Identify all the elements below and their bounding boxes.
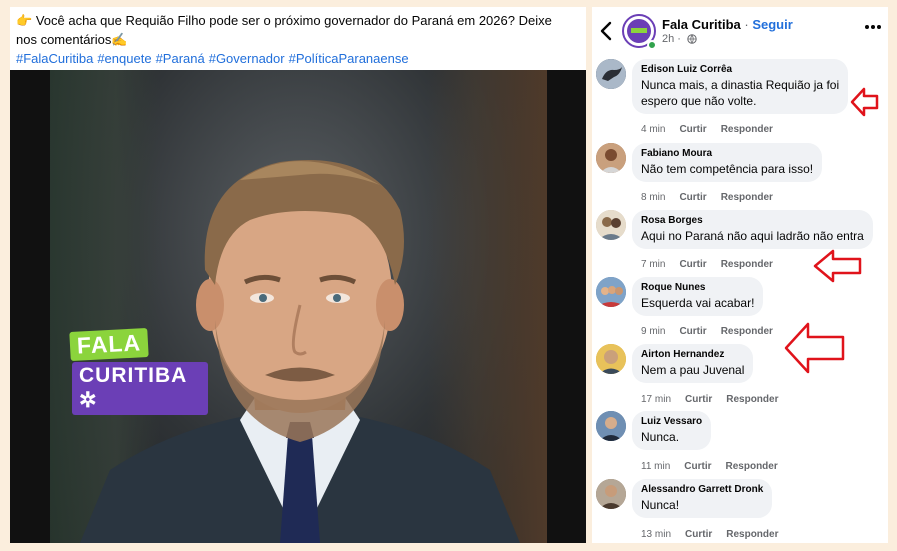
- comment-text: Nunca.: [641, 430, 680, 444]
- hashtag-link[interactable]: #FalaCuritiba: [16, 51, 93, 66]
- like-button[interactable]: Curtir: [684, 461, 711, 472]
- like-button[interactable]: Curtir: [685, 529, 712, 540]
- post-timestamp: 2h ·: [662, 33, 697, 45]
- like-button[interactable]: Curtir: [679, 192, 706, 203]
- person-avatar-icon: [596, 344, 626, 374]
- comment-author[interactable]: Rosa Borges: [641, 214, 864, 228]
- red-arrow-annotation-icon: [784, 322, 845, 374]
- comment-text: Esquerda vai acabar!: [641, 296, 755, 310]
- follow-button[interactable]: Seguir: [752, 17, 792, 32]
- hashtag-link[interactable]: #PolíticaParanaense: [289, 51, 409, 66]
- comment-actions: 9 min Curtir Responder: [641, 326, 787, 337]
- comment-text: espero que não volte.: [641, 94, 757, 108]
- comment-actions: 13 min Curtir Responder: [641, 529, 792, 540]
- commenter-avatar[interactable]: [596, 344, 626, 374]
- hashtag-link[interactable]: #Paraná: [156, 51, 205, 66]
- panel-header: Fala Curitiba · Seguir 2h ·: [592, 7, 888, 57]
- comment-bubble: Airton Hernandez Nem a pau Juvenal: [632, 344, 754, 383]
- comment-actions: 7 min Curtir Responder: [641, 259, 787, 270]
- like-button[interactable]: Curtir: [679, 259, 706, 270]
- online-status-icon: [647, 40, 657, 50]
- hashtag-link[interactable]: #Governador: [209, 51, 285, 66]
- person-avatar-icon: [596, 210, 626, 240]
- comment-actions: 17 min Curtir Responder: [641, 394, 792, 405]
- comment-text: Nunca!: [641, 498, 680, 512]
- comment-time: 11 min: [641, 461, 671, 472]
- red-arrow-annotation-icon: [813, 249, 862, 283]
- comment-author[interactable]: Alessandro Garrett Dronk: [641, 483, 763, 497]
- page-name: Fala Curitiba · Seguir: [662, 17, 793, 32]
- comment-actions: 4 min Curtir Responder: [641, 124, 787, 135]
- commenter-avatar[interactable]: [596, 479, 626, 509]
- comment-time: 13 min: [641, 529, 672, 540]
- post-time-text: 2h ·: [662, 33, 681, 45]
- separator: ·: [740, 17, 753, 32]
- group-avatar-icon: [596, 277, 626, 307]
- logo-line-curitiba: CURITIBA ✲: [72, 362, 208, 415]
- comment-bubble: Edison Luiz Corrêa Nunca mais, a dinasti…: [632, 59, 849, 114]
- comment-bubble: Alessandro Garrett Dronk Nunca!: [632, 479, 773, 518]
- comment-author[interactable]: Roque Nunes: [641, 281, 754, 295]
- commenter-avatar[interactable]: [596, 143, 626, 173]
- comment-text: Aqui no Paraná não aqui ladrão não entra: [641, 229, 864, 243]
- post-image[interactable]: FALA CURITIBA ✲: [10, 70, 586, 543]
- portrait-illustration: [80, 160, 520, 543]
- comment-text: Nem a pau Juvenal: [641, 363, 745, 377]
- post-card: 👉 Você acha que Requião Filho pode ser o…: [10, 7, 586, 543]
- commenter-avatar[interactable]: [596, 210, 626, 240]
- comment-author[interactable]: Edison Luiz Corrêa: [641, 63, 839, 77]
- reply-button[interactable]: Responder: [726, 394, 778, 405]
- reply-button[interactable]: Responder: [726, 461, 778, 472]
- comment-time: 4 min: [641, 124, 666, 135]
- comment-author[interactable]: Airton Hernandez: [641, 348, 744, 362]
- pointing-hand-icon: 👉: [16, 13, 33, 28]
- reply-button[interactable]: Responder: [721, 259, 773, 270]
- hashtag-list: #FalaCuritiba #enquete #Paraná #Governador #…: [16, 49, 576, 68]
- comment-time: 9 min: [641, 326, 666, 337]
- like-button[interactable]: Curtir: [685, 394, 712, 405]
- caption-text: Você acha que Requião Filho pode ser o p…: [16, 13, 552, 47]
- reply-button[interactable]: Responder: [721, 124, 773, 135]
- commenter-avatar[interactable]: [596, 59, 626, 89]
- person-avatar-icon: [596, 411, 626, 441]
- hashtag-link[interactable]: #enquete: [97, 51, 151, 66]
- bird-avatar-icon: [596, 59, 626, 89]
- comment-time: 8 min: [641, 192, 666, 203]
- more-options-icon[interactable]: [864, 24, 882, 30]
- logo-line-fala: FALA: [69, 327, 149, 362]
- reply-button[interactable]: Responder: [726, 529, 778, 540]
- comment-bubble: Fabiano Moura Não tem competência para i…: [632, 143, 823, 182]
- commenter-avatar[interactable]: [596, 277, 626, 307]
- like-button[interactable]: Curtir: [679, 326, 706, 337]
- globe-icon: [687, 34, 697, 44]
- comment-time: 7 min: [641, 259, 666, 270]
- comment-text: Nunca mais, a dinastia Requião ja foi: [641, 78, 840, 92]
- comment-actions: 8 min Curtir Responder: [641, 192, 787, 203]
- like-button[interactable]: Curtir: [679, 124, 706, 135]
- red-arrow-annotation-icon: [850, 87, 879, 117]
- comments-panel: Fala Curitiba · Seguir 2h · Edison Luiz …: [592, 7, 888, 543]
- comment-actions: 11 min Curtir Responder: [641, 461, 792, 472]
- reply-button[interactable]: Responder: [721, 326, 773, 337]
- comment-author[interactable]: Luiz Vessaro: [641, 415, 702, 429]
- person-avatar-icon: [596, 143, 626, 173]
- person-avatar-icon: [596, 479, 626, 509]
- reply-button[interactable]: Responder: [721, 192, 773, 203]
- comment-text: Não tem competência para isso!: [641, 162, 814, 176]
- page-name-link[interactable]: Fala Curitiba: [662, 17, 741, 32]
- commenter-avatar[interactable]: [596, 411, 626, 441]
- comment-bubble: Luiz Vessaro Nunca.: [632, 411, 712, 450]
- comment-bubble: Roque Nunes Esquerda vai acabar!: [632, 277, 764, 316]
- fala-curitiba-logo: FALA CURITIBA ✲: [68, 327, 208, 415]
- comment-time: 17 min: [641, 394, 672, 405]
- comment-bubble: Rosa Borges Aqui no Paraná não aqui ladr…: [632, 210, 873, 249]
- post-caption: 👉 Você acha que Requião Filho pode ser o…: [16, 11, 576, 68]
- back-arrow-icon[interactable]: [598, 20, 614, 42]
- comment-author[interactable]: Fabiano Moura: [641, 147, 813, 161]
